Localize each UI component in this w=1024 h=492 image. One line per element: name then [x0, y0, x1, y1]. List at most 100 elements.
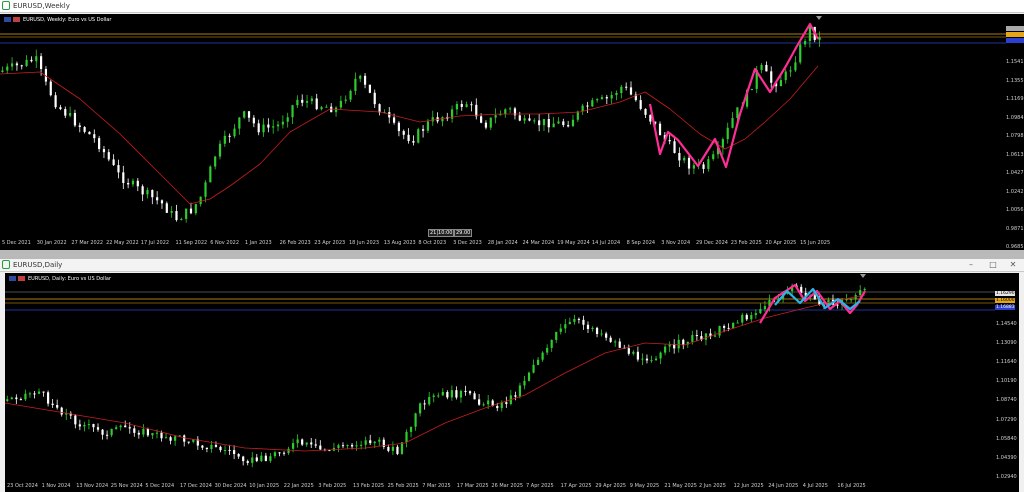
- daily-x-tick: 13 Nov 2024: [76, 483, 109, 489]
- daily-symbol-label: EURUSD, Daily: Euro vs US Dollar: [9, 276, 111, 283]
- weekly-candle: [523, 118, 526, 121]
- daily-candle: [160, 432, 163, 439]
- weekly-candle: [359, 75, 362, 79]
- daily-candle: [532, 364, 535, 373]
- daily-x-tick: 23 Oct 2024: [7, 483, 38, 489]
- daily-candle: [255, 457, 258, 462]
- daily-candle: [287, 448, 290, 454]
- daily-candle: [115, 427, 118, 429]
- daily-candle: [682, 339, 685, 345]
- eu-flag-icon: [4, 17, 11, 22]
- weekly-candle: [441, 117, 444, 122]
- daily-candle: [319, 445, 322, 450]
- weekly-candle: [64, 109, 67, 116]
- daily-chart-window[interactable]: EURUSD,Daily – □ ✕ EURUSD, Daily: Euro v…: [0, 259, 1024, 492]
- daily-candle: [759, 308, 762, 314]
- daily-x-tick: 12 Jun 2025: [733, 483, 764, 489]
- weekly-candle: [15, 63, 19, 66]
- maximize-icon[interactable]: □: [982, 259, 1004, 271]
- weekly-x-axis: 5 Dec 2021 30 Jan 2022 27 Mar 2022 22 May 2…: [0, 236, 1006, 250]
- daily-x-tick: 13 Feb 2025: [353, 483, 385, 489]
- weekly-x-tick: 29 Dec 2024: [696, 240, 728, 246]
- daily-candle: [251, 457, 254, 463]
- weekly-candle: [658, 123, 662, 136]
- weekly-label-text: EURUSD, Weekly: Euro vs US Dollar: [23, 17, 112, 23]
- daily-candle: [92, 424, 95, 428]
- daily-x-tick: 10 Jan 2025: [249, 483, 280, 489]
- daily-price-box-3: 1.16883: [995, 305, 1015, 310]
- daily-candle: [437, 395, 440, 397]
- weekly-candle: [368, 84, 371, 93]
- weekly-price-axis[interactable]: 1.1541 1.1355 1.1169 1.0984 1.0798 1.0613 1.04…: [1006, 14, 1024, 250]
- weekly-y-tick: 1.0427: [1006, 170, 1024, 176]
- daily-candle: [110, 428, 113, 436]
- daily-candle: [559, 328, 562, 332]
- daily-y-tick: 1.08740: [996, 397, 1017, 404]
- weekly-candle: [760, 64, 763, 70]
- weekly-candle: [73, 113, 77, 126]
- daily-candle: [754, 313, 757, 316]
- weekly-candle: [494, 115, 497, 118]
- daily-candle: [78, 424, 81, 427]
- weekly-candle: [407, 134, 410, 142]
- daily-chart-area[interactable]: EURUSD, Daily: Euro vs US Dollar: [5, 273, 995, 480]
- daily-candle: [369, 440, 372, 444]
- weekly-y-tick: 0.9871: [1006, 225, 1024, 232]
- minimize-icon[interactable]: –: [960, 259, 982, 271]
- daily-titlebar[interactable]: EURUSD,Daily – □ ✕: [0, 259, 1024, 272]
- daily-x-tick: 1 Nov 2024: [41, 483, 71, 489]
- weekly-titlebar[interactable]: EURUSD,Weekly: [0, 0, 1024, 13]
- daily-price-axis[interactable]: 1.16290 1.16000 1.16883 1.14540 1.13090 1.…: [995, 273, 1019, 492]
- weekly-candle: [170, 211, 173, 213]
- weekly-candle: [281, 121, 284, 125]
- weekly-candle: [538, 120, 541, 126]
- daily-price-box-2: 1.16000: [995, 298, 1015, 303]
- daily-candle: [600, 333, 603, 335]
- daily-candle: [269, 456, 272, 461]
- daily-candle: [741, 314, 744, 323]
- weekly-candle: [644, 108, 647, 115]
- weekly-candle: [721, 139, 724, 148]
- daily-candle: [105, 434, 109, 436]
- daily-candle: [83, 424, 86, 427]
- weekly-chart-window[interactable]: EURUSD,Weekly EURUSD, Weekly: Euro vs US…: [0, 0, 1024, 250]
- daily-y-tick: 1.05840: [996, 435, 1017, 442]
- daily-x-tick: 7 Apr 2025: [526, 483, 554, 489]
- weekly-candle: [165, 203, 168, 213]
- weekly-candle: [310, 98, 313, 102]
- weekly-candle: [122, 172, 125, 183]
- close-icon[interactable]: ✕: [1002, 259, 1024, 271]
- daily-candle: [278, 452, 281, 454]
- weekly-candle: [378, 104, 381, 113]
- weekly-candle: [576, 111, 579, 120]
- daily-candle: [641, 358, 644, 360]
- daily-candle: [487, 400, 490, 405]
- weekly-candle: [731, 118, 734, 128]
- daily-candle: [523, 380, 526, 386]
- daily-candle: [51, 403, 54, 405]
- daily-candle: [632, 351, 635, 354]
- weekly-candle: [605, 97, 608, 99]
- daily-candle: [183, 435, 186, 442]
- weekly-candle: [533, 120, 536, 122]
- daily-candle: [396, 446, 399, 455]
- daily-candle: [101, 429, 104, 435]
- weekly-candle: [151, 190, 154, 198]
- weekly-chart-area[interactable]: EURUSD, Weekly: Euro vs US Dollar: [0, 14, 1006, 236]
- weekly-price-box-1: [1006, 26, 1024, 31]
- weekly-candle: [567, 125, 570, 127]
- daily-candle: [850, 299, 853, 301]
- weekly-shift-marker: [816, 16, 822, 20]
- daily-candle: [496, 405, 499, 409]
- daily-y-tick: 1.02940: [996, 473, 1017, 480]
- weekly-candle: [465, 104, 468, 107]
- weekly-candle: [218, 143, 222, 157]
- weekly-crosshair-tag: 21|10:00: [428, 229, 455, 237]
- daily-candle: [518, 385, 522, 397]
- daily-candle: [210, 444, 213, 450]
- daily-candle: [536, 359, 540, 365]
- daily-candle: [618, 341, 621, 348]
- daily-candle: [482, 404, 485, 406]
- weekly-candle: [484, 122, 488, 128]
- daily-candle: [582, 319, 585, 325]
